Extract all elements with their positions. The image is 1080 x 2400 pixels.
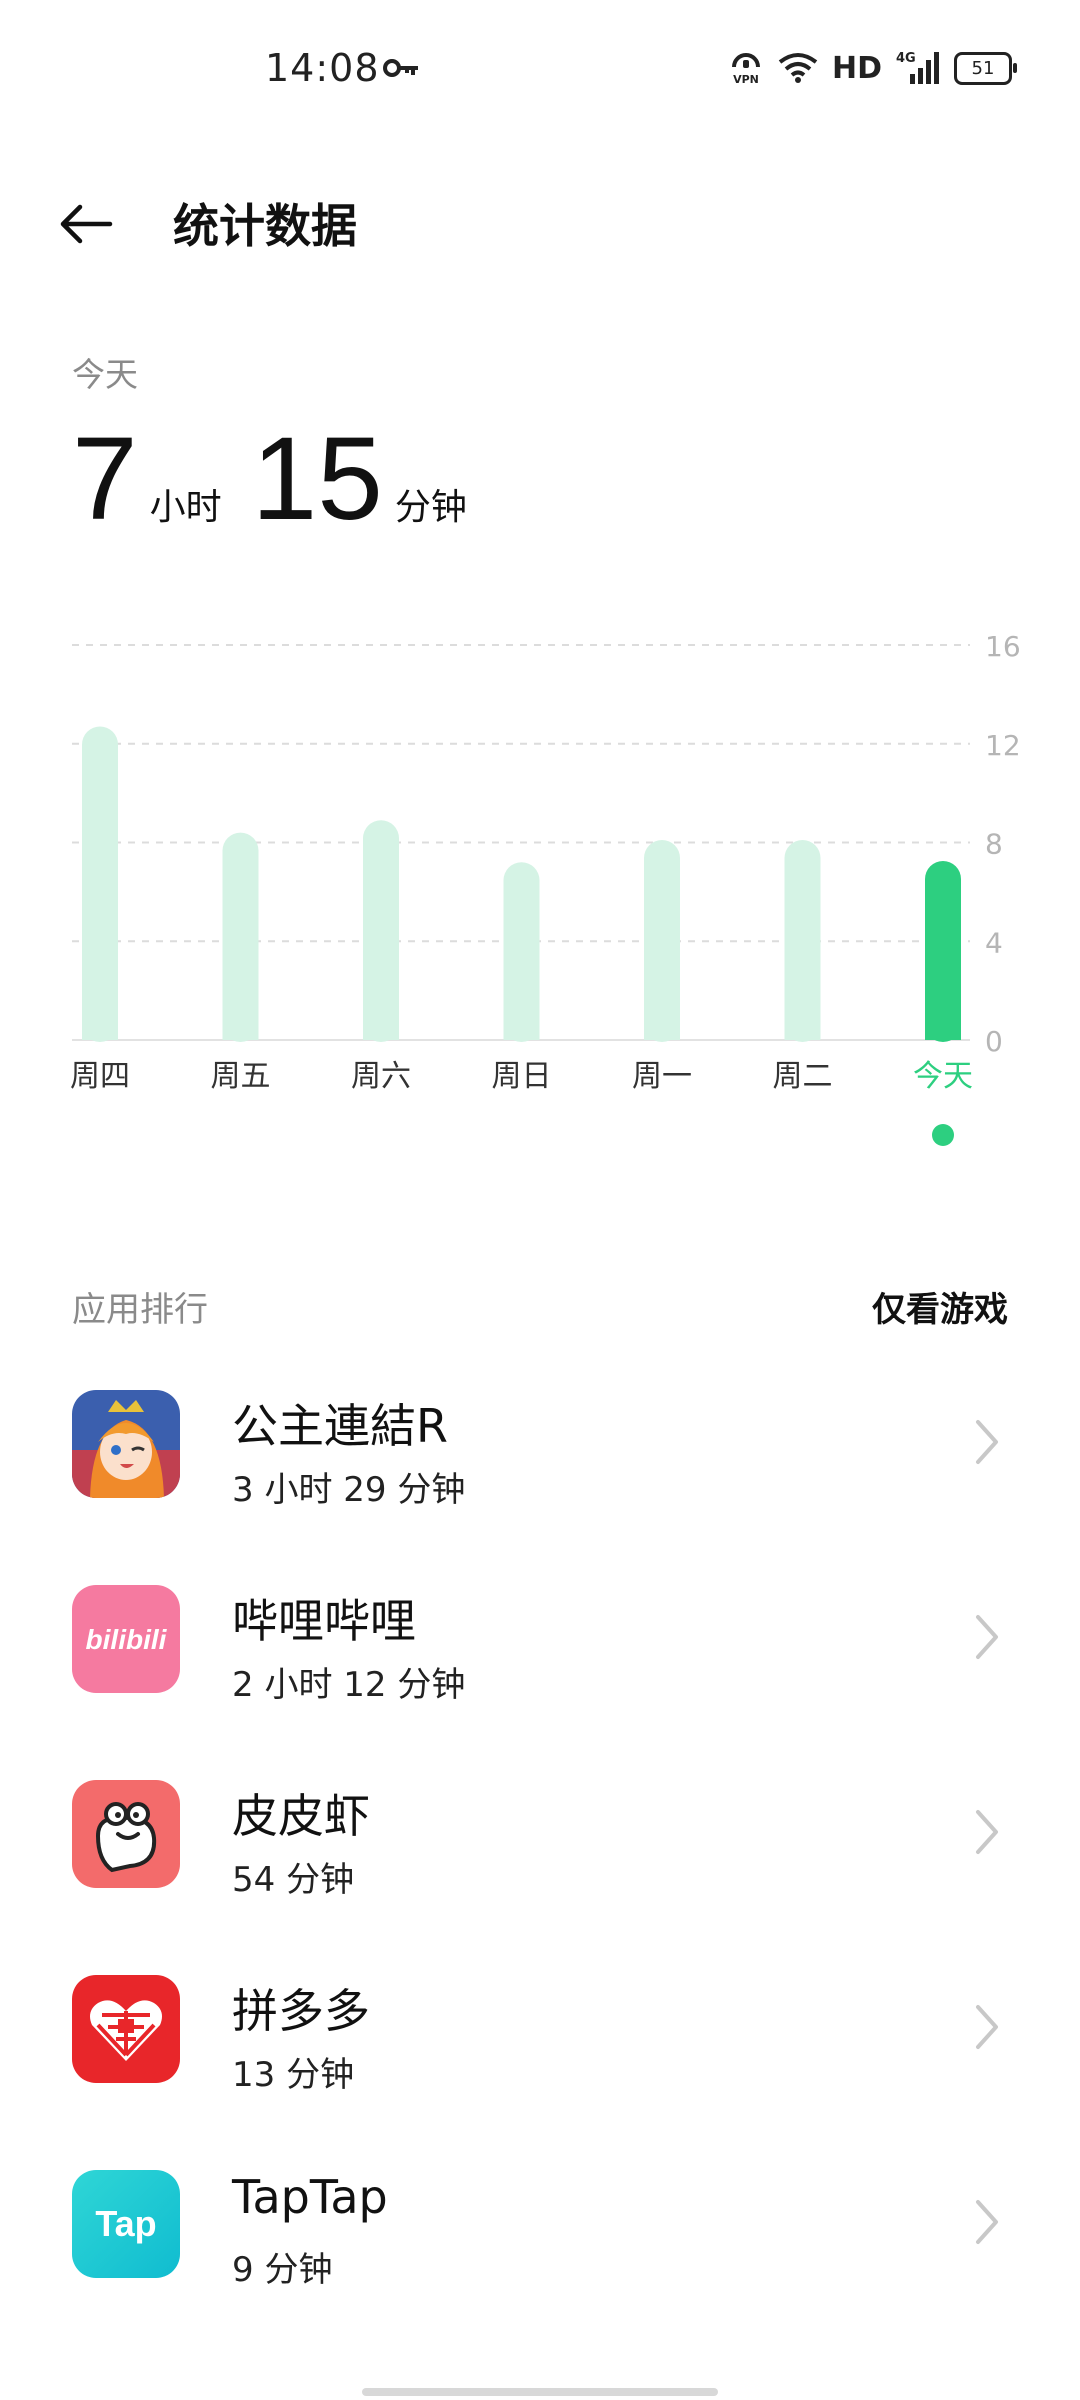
- selected-day-indicator: [932, 1124, 954, 1146]
- chart-bar-base: [222, 1022, 259, 1040]
- key-icon: [383, 59, 418, 77]
- y-tick-label: 12: [985, 729, 1021, 762]
- battery-level: 51: [971, 57, 995, 79]
- home-indicator[interactable]: [362, 2388, 718, 2396]
- usage-chart-svg: 0 4 8 12 16 周四 周五 周六 周日 周一 周二 今天: [70, 630, 1021, 1146]
- signal-icon: 4G: [896, 51, 939, 84]
- app-name: 公主連結R: [232, 1399, 448, 1453]
- x-tick-label: 周日: [492, 1059, 552, 1094]
- y-tick-label: 8: [985, 828, 1003, 861]
- back-button[interactable]: [58, 194, 136, 254]
- ranking-title: 应用排行: [72, 1290, 208, 1330]
- svg-text:4G: 4G: [896, 51, 916, 66]
- chevron-right-icon: [976, 2005, 998, 2049]
- chevron-right-icon: [976, 1810, 998, 1854]
- app-header: 统计数据: [0, 170, 1080, 280]
- status-time: 14:08: [265, 46, 380, 90]
- x-tick-label: 今天: [913, 1059, 973, 1094]
- y-tick-label: 4: [985, 926, 1003, 959]
- chart-bar-base: [644, 1022, 680, 1040]
- status-bar: 14:08 VPN HD 4G 51: [0, 0, 1080, 130]
- app-name: 拼多多: [232, 1984, 370, 2038]
- ranking-header: 应用排行 仅看游戏: [72, 1282, 1008, 1332]
- app-name: TapTap: [232, 2170, 388, 2224]
- page-title: 统计数据: [173, 199, 357, 253]
- chart-bar: [222, 832, 259, 1042]
- x-tick-label: 周五: [211, 1059, 271, 1094]
- total-usage-time: 7 小时 15 分钟: [72, 420, 497, 550]
- app-name: 哔哩哔哩: [232, 1594, 416, 1648]
- games-only-filter-button[interactable]: 仅看游戏: [872, 1282, 1008, 1331]
- svg-text:VPN: VPN: [733, 73, 759, 86]
- pipixia-icon: [72, 1780, 180, 1888]
- chart-bar-base: [82, 1022, 118, 1040]
- app-usage-time: 9 分钟: [232, 2250, 333, 2290]
- x-tick-label: 周一: [632, 1059, 692, 1094]
- x-tick-label: 周四: [70, 1059, 130, 1094]
- arrow-left-icon: [60, 204, 113, 244]
- app-row-taptap[interactable]: Tap TapTap 9 分钟: [0, 2148, 1080, 2343]
- wifi-icon: [778, 53, 818, 83]
- chart-bar: [925, 861, 961, 1042]
- app-usage-time: 3 小时 29 分钟: [232, 1470, 466, 1510]
- chevron-right-icon: [976, 2200, 998, 2244]
- minutes-value: 15: [251, 413, 383, 545]
- usage-chart: 0 4 8 12 16 周四 周五 周六 周日 周一 周二 今天: [0, 600, 1080, 1160]
- bilibili-icon: bilibili: [72, 1585, 180, 1693]
- taptap-icon: Tap: [72, 2170, 180, 2278]
- chart-bar-base: [784, 1022, 821, 1040]
- app-usage-time: 2 小时 12 分钟: [232, 1665, 466, 1705]
- period-label: 今天: [72, 355, 138, 394]
- battery-icon: 51: [954, 51, 1017, 85]
- app-row-pinduoduo[interactable]: 拼多多 13 分钟: [0, 1953, 1080, 2148]
- x-tick-label: 周六: [351, 1059, 411, 1094]
- svg-text:Tap: Tap: [95, 2203, 156, 2244]
- app-row-pipixia[interactable]: 皮皮虾 54 分钟: [0, 1758, 1080, 1953]
- minutes-unit: 分钟: [394, 487, 467, 528]
- pinduoduo-icon: [72, 1975, 180, 2083]
- app-name: 皮皮虾: [232, 1789, 370, 1843]
- app-row-bilibili[interactable]: bilibili 哔哩哔哩 2 小时 12 分钟: [0, 1563, 1080, 1758]
- y-tick-label: 16: [985, 630, 1021, 663]
- chart-bar: [503, 862, 540, 1042]
- vpn-icon: VPN: [731, 53, 760, 86]
- chart-bar-base: [925, 1022, 961, 1040]
- chart-bar: [82, 726, 118, 1042]
- hours-value: 7: [72, 413, 138, 545]
- status-icons: VPN HD 4G 51: [728, 50, 1017, 86]
- app-ranking-list: 公主連結R 3 小时 29 分钟 bilibili 哔哩哔哩 2 小时 12 分…: [0, 1368, 1080, 2343]
- chart-bar-base: [503, 1022, 540, 1040]
- svg-text:bilibili: bilibili: [86, 1624, 168, 1655]
- chart-bar: [784, 840, 821, 1042]
- chart-bar-base: [363, 1022, 399, 1040]
- app-row-princess-connect[interactable]: 公主連結R 3 小时 29 分钟: [0, 1368, 1080, 1563]
- network-type-label: HD: [831, 50, 882, 86]
- princess-connect-icon: [72, 1390, 180, 1498]
- chart-bar: [363, 820, 399, 1042]
- chevron-right-icon: [976, 1615, 998, 1659]
- y-tick-label: 0: [985, 1025, 1003, 1058]
- chart-bar: [644, 840, 680, 1042]
- x-tick-label: 周二: [773, 1059, 833, 1094]
- app-usage-time: 13 分钟: [232, 2055, 355, 2095]
- app-usage-time: 54 分钟: [232, 1860, 355, 1900]
- hours-unit: 小时: [149, 487, 222, 528]
- chevron-right-icon: [976, 1420, 998, 1464]
